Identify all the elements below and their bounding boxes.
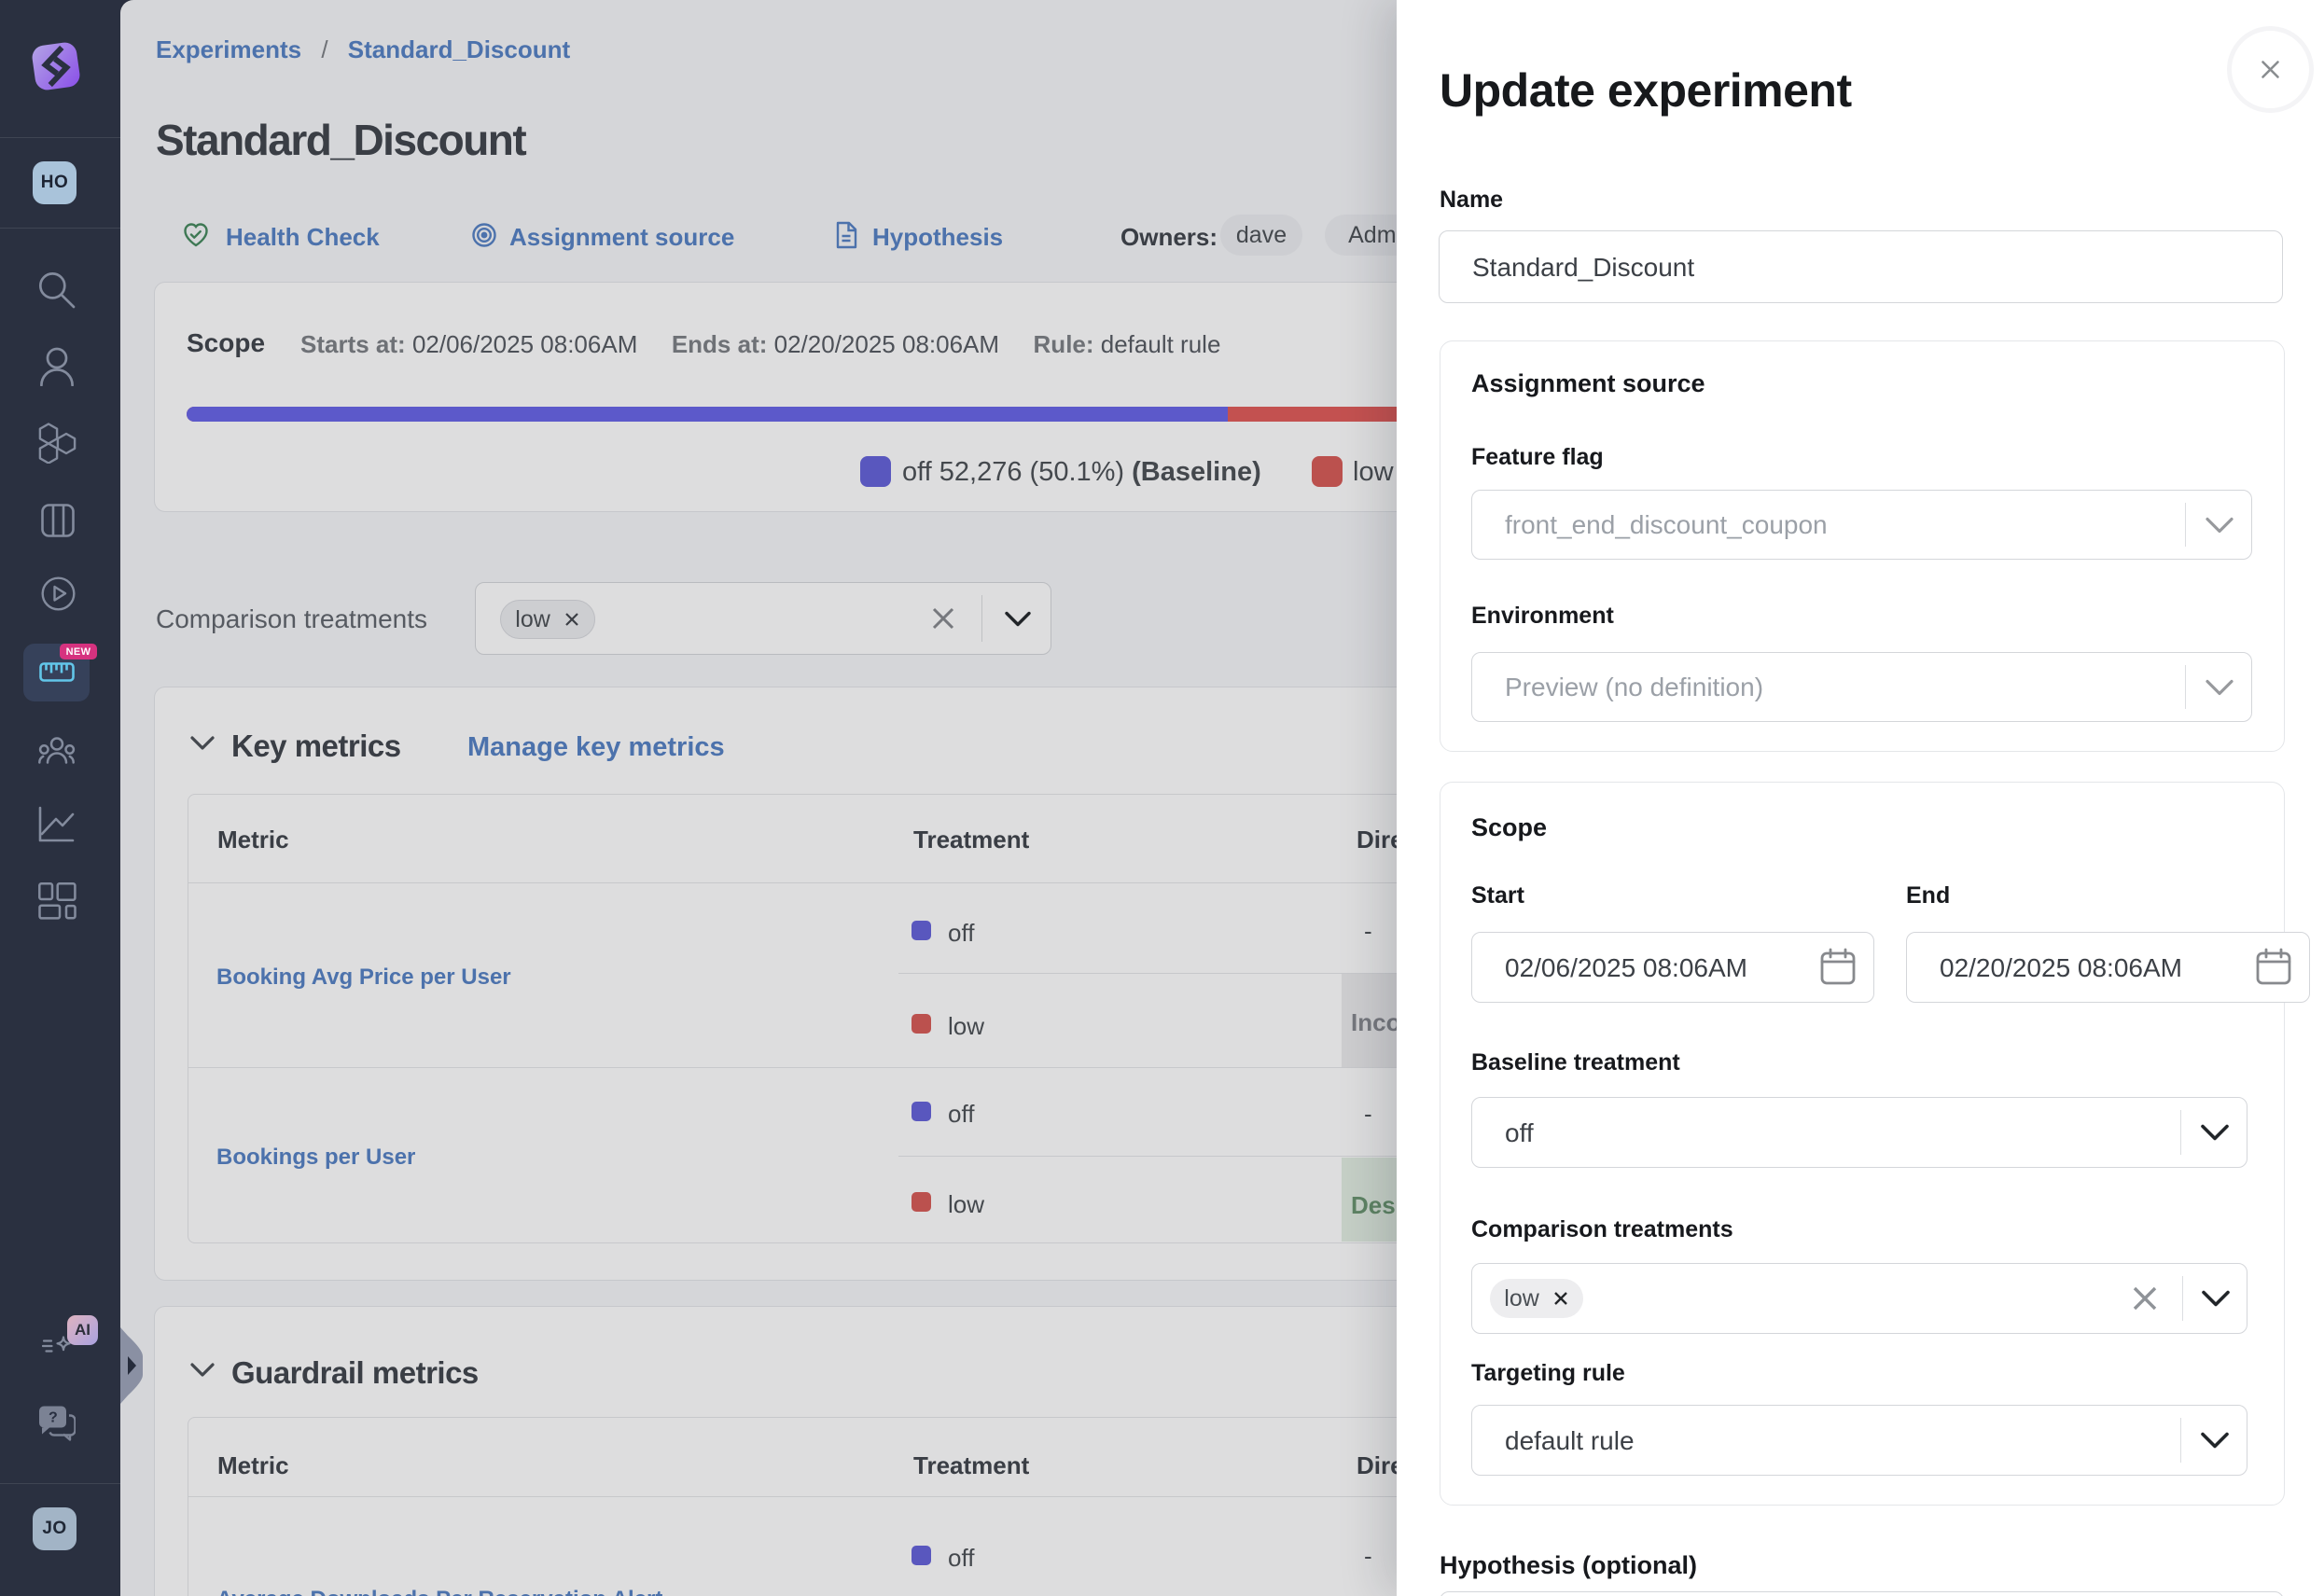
svg-text:?: ? — [49, 1410, 58, 1426]
